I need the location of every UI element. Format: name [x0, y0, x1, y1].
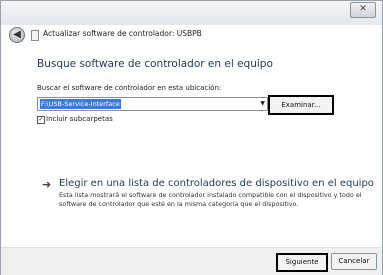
back-arrow-icon: ◀	[13, 29, 21, 40]
title-bar: ✕	[1, 1, 382, 25]
arrow-right-icon[interactable]: ➜	[42, 178, 51, 191]
search-location-label: Buscar el software de controlador en est…	[37, 84, 222, 92]
close-button[interactable]: ✕	[350, 2, 376, 18]
location-combobox[interactable]: F:\USB-Service-Interface ▼	[37, 97, 268, 111]
page-heading: Busque software de controlador en el equ…	[37, 58, 273, 70]
close-icon: ✕	[359, 4, 367, 14]
include-subfolders-label[interactable]: Incluir subcarpetas	[46, 115, 113, 123]
driver-device-icon	[31, 30, 39, 41]
back-button[interactable]: ◀	[9, 27, 25, 43]
checkmark-icon: ✓	[38, 116, 44, 123]
update-driver-window: ✕ ◀ Actualizar software de controlador: …	[0, 0, 383, 275]
next-button[interactable]: Siguiente	[276, 253, 328, 272]
browse-button[interactable]: Examinar...	[268, 95, 334, 115]
choose-from-list-description: Esta lista mostrará el software de contr…	[59, 191, 362, 208]
include-subfolders-checkbox[interactable]: ✓	[37, 116, 45, 124]
location-input[interactable]: F:\USB-Service-Interface	[40, 99, 121, 109]
window-title: Actualizar software de controlador: USBP…	[43, 29, 202, 38]
cancel-button[interactable]: Cancelar	[331, 253, 377, 270]
chevron-down-icon[interactable]: ▼	[260, 98, 265, 110]
choose-from-list-link[interactable]: Elegir en una lista de controladores de …	[59, 178, 374, 189]
